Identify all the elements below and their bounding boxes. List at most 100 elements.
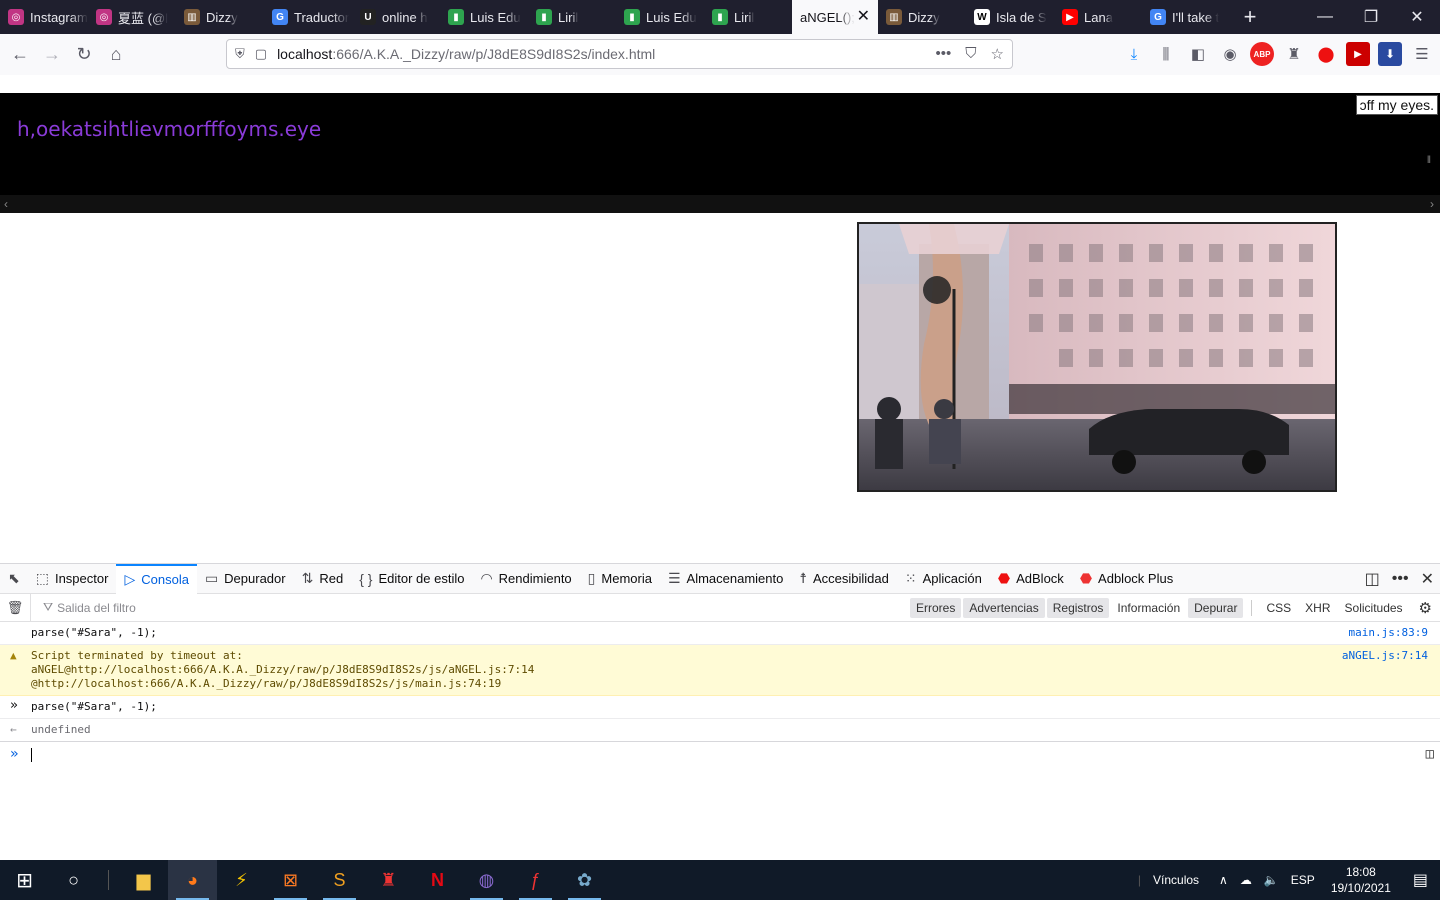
forward-button[interactable]: → — [36, 39, 68, 71]
browser-tab[interactable]: ◎ Instagram — [0, 0, 88, 34]
cortana-icon[interactable]: ○ — [49, 860, 98, 900]
firefox-taskbar-icon[interactable]: ◕ — [168, 860, 217, 900]
minimize-button[interactable]: — — [1302, 0, 1348, 34]
devtools-tab[interactable]: ⇅ Red — [294, 564, 352, 594]
request-filter-button[interactable]: XHR — [1299, 598, 1336, 618]
devtools-tab[interactable]: ▷ Consola — [116, 563, 197, 594]
app-taskbar-icon[interactable]: ⚡ — [217, 860, 266, 900]
video-player[interactable] — [857, 222, 1337, 492]
xampp-taskbar-icon[interactable]: ⊠ — [266, 860, 315, 900]
onedrive-icon[interactable]: ☁ — [1234, 873, 1258, 887]
browser-tab[interactable]: Uonline h — [352, 0, 440, 34]
devtools-tab[interactable]: { } Editor de estilo — [351, 564, 472, 594]
close-devtools-icon[interactable]: ✕ — [1421, 569, 1434, 589]
devtools-tab[interactable]: ⬚ Inspector — [28, 564, 117, 594]
abp-extension-icon[interactable]: ABP — [1250, 42, 1274, 66]
browser-tab[interactable]: ▮ Liril — [704, 0, 792, 34]
netflix-taskbar-icon[interactable]: N — [413, 860, 462, 900]
youtube-extension-icon[interactable]: ▶ — [1346, 42, 1370, 66]
clock[interactable]: 18:08 19/10/2021 — [1321, 864, 1401, 896]
log-filter-button[interactable]: Depurar — [1188, 598, 1244, 618]
devtools-tab[interactable]: ☨ Accesibilidad — [791, 564, 897, 594]
shield-icon[interactable]: ⛨ — [235, 46, 245, 62]
devtools-tab[interactable]: ◠ Rendimiento — [472, 564, 579, 594]
log-filter-button[interactable]: Registros — [1046, 598, 1110, 618]
resize-handle[interactable]: ‖ — [1427, 155, 1431, 166]
show-hidden-icons-icon[interactable]: ∧ — [1213, 873, 1234, 887]
home-button[interactable]: ⌂ — [100, 39, 132, 71]
console-input-row[interactable]: » ◫ — [0, 742, 1440, 766]
bookmark-star-icon[interactable]: ☆ — [991, 45, 1004, 63]
browser-tab[interactable]: G I'll take t — [1142, 0, 1230, 34]
sublime-taskbar-icon[interactable]: S — [315, 860, 364, 900]
volume-icon[interactable]: 🔈 — [1258, 873, 1285, 887]
flash-taskbar-icon[interactable]: ƒ — [511, 860, 560, 900]
source-link[interactable]: aNGEL.js:7:14 — [1342, 649, 1428, 662]
tray-links-label[interactable]: Vínculos — [1147, 873, 1213, 887]
dock-options-icon[interactable]: ◫ — [1365, 569, 1380, 589]
tab-label: online h — [382, 9, 428, 25]
download-helper-icon[interactable]: ⬇ — [1378, 42, 1402, 66]
browser-tab[interactable]: W Isla de S — [966, 0, 1054, 34]
console-settings-icon[interactable]: ⚙ — [1419, 599, 1432, 617]
back-button[interactable]: ← — [4, 39, 36, 71]
tab-strip: ◎ Instagram ◎ 夏蓝 (@l ▥ Dizzy G Traductor Uonline… — [0, 0, 1440, 34]
horizontal-scrollbar[interactable]: ‹ › — [0, 195, 1440, 213]
devtools-tab[interactable]: ☰ Almacenamiento — [660, 564, 791, 594]
devtools-tab[interactable]: ▯ Memoria — [580, 564, 660, 594]
opera-extension-icon[interactable]: ⬤ — [1314, 42, 1338, 66]
start-button[interactable]: ⊞ — [0, 860, 49, 900]
log-filter-button[interactable]: Información — [1111, 598, 1186, 618]
popcorn-taskbar-icon[interactable]: ♜ — [364, 860, 413, 900]
tab-label: Isla de S — [996, 9, 1047, 25]
url-bar[interactable]: ⛨ ▢ localhost:666/A.K.A._Dizzy/raw/p/J8d… — [226, 39, 1013, 69]
browser-tab[interactable]: G Traductor — [264, 0, 352, 34]
element-picker-button[interactable]: ⬉ — [0, 564, 28, 594]
menu-icon[interactable]: ☰ — [1410, 42, 1434, 66]
log-filter-button[interactable]: Errores — [910, 598, 962, 618]
page-info-icon[interactable]: ▢ — [255, 46, 267, 62]
file-explorer-icon[interactable]: ▆ — [119, 860, 168, 900]
browser-tab[interactable]: ▮ Luis Edu — [616, 0, 704, 34]
request-filter-button[interactable]: Solicitudes — [1339, 598, 1409, 618]
reload-button[interactable]: ↻ — [68, 39, 100, 71]
request-filter-button[interactable]: CSS — [1260, 598, 1297, 618]
devtools-tab[interactable]: ⬣ Adblock Plus — [1072, 564, 1181, 594]
filter-input[interactable]: ⛛ Salida del filtro — [30, 593, 136, 622]
devtools-tab[interactable]: ⬣ AdBlock — [990, 564, 1072, 594]
browser-tab[interactable]: ▥ Dizzy — [176, 0, 264, 34]
browser-tab[interactable]: aNGEL(); ✕ — [792, 0, 878, 34]
window-controls: — ❐ ✕ — [1302, 0, 1440, 34]
page-actions-icon[interactable]: ••• — [936, 45, 952, 63]
editor-mode-icon[interactable]: ◫ — [1426, 746, 1434, 762]
extension-icon[interactable]: ♜ — [1282, 42, 1306, 66]
language-indicator[interactable]: ESP — [1285, 873, 1321, 887]
source-link[interactable]: main.js:83:9 — [1349, 626, 1428, 639]
devtools-tab[interactable]: ▭ Depurador — [197, 564, 294, 594]
browser-tab[interactable]: ◎ 夏蓝 (@l — [88, 0, 176, 34]
browser-tab[interactable]: ▮ Liril — [528, 0, 616, 34]
toolbar-extensions: ⤓ ⫼ ◧ ◉ ABP ♜ ⬤ ▶ ⬇ ☰ — [1122, 38, 1434, 70]
scroll-left-icon[interactable]: ‹ — [4, 197, 8, 211]
log-filter-button[interactable]: Advertencias — [963, 598, 1045, 618]
downloads-icon[interactable]: ⤓ — [1122, 42, 1146, 66]
devtools-tab[interactable]: ⁙ Aplicación — [897, 564, 990, 594]
clear-console-icon[interactable]: 🗑 — [0, 600, 30, 616]
browser-tab[interactable]: ▶ Lana — [1054, 0, 1142, 34]
browser-tab[interactable]: ▮ Luis Edu — [440, 0, 528, 34]
more-options-icon[interactable]: ••• — [1392, 570, 1409, 588]
github-taskbar-icon[interactable]: ◍ — [462, 860, 511, 900]
new-tab-button[interactable]: + — [1230, 0, 1270, 34]
browser-tab[interactable]: ▥ Dizzy — [878, 0, 966, 34]
library-icon[interactable]: ⫼ — [1154, 42, 1178, 66]
pocket-icon[interactable]: ⛉ — [965, 45, 976, 63]
devtools-tab-label: Memoria — [601, 571, 652, 586]
close-tab-icon[interactable]: ✕ — [857, 9, 870, 25]
account-icon[interactable]: ◉ — [1218, 42, 1242, 66]
close-window-button[interactable]: ✕ — [1394, 0, 1440, 34]
notifications-icon[interactable]: ▤ — [1401, 870, 1440, 890]
scroll-right-icon[interactable]: › — [1430, 197, 1434, 211]
restore-button[interactable]: ❐ — [1348, 0, 1394, 34]
sidebar-icon[interactable]: ◧ — [1186, 42, 1210, 66]
paint-taskbar-icon[interactable]: ✿ — [560, 860, 609, 900]
